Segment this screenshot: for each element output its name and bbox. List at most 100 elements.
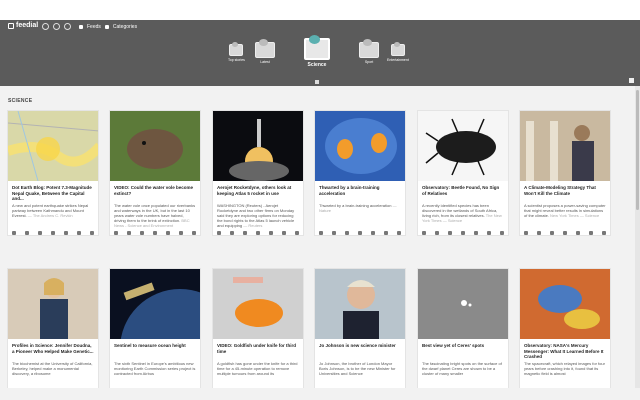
article-title[interactable]: VIDEO: Goldfish under knife for third ti… — [217, 343, 299, 359]
article-image[interactable] — [418, 269, 508, 339]
article-image[interactable] — [110, 269, 200, 339]
scrollbar[interactable] — [635, 86, 640, 390]
article-image[interactable] — [213, 111, 303, 181]
read-later-icon[interactable] — [319, 231, 323, 235]
article-title[interactable]: Best view yet of Ceres' spots — [422, 343, 504, 359]
article-title[interactable]: Observatory: NASA's Mercury Messenger: W… — [524, 343, 606, 359]
expand-icon[interactable] — [629, 78, 634, 83]
share-icon[interactable] — [140, 231, 144, 235]
article-title[interactable]: Thwarted by a brain-training acceleratio… — [319, 185, 401, 201]
article-card[interactable]: Jo Johnson is new science minister Jo Joh… — [314, 268, 406, 394]
article-card[interactable]: Observatory: Beetle Found, No Sign of Re… — [417, 110, 509, 236]
facebook-icon[interactable] — [563, 231, 567, 235]
article-title[interactable]: Sentinel to measure ocean height — [114, 343, 196, 359]
article-image[interactable] — [110, 111, 200, 181]
refresh-icon[interactable] — [53, 23, 60, 30]
read-later-icon[interactable] — [422, 231, 426, 235]
share-icon[interactable] — [243, 231, 247, 235]
drawer-handle-icon[interactable] — [315, 80, 319, 84]
google-plus-icon[interactable] — [589, 231, 593, 235]
view-icon[interactable] — [435, 231, 439, 235]
article-title[interactable]: VIDEO: Could the water vole become extin… — [114, 185, 196, 201]
article-title[interactable]: Profiles in Science: Jennifer Doudna, a … — [12, 343, 94, 359]
share-icon[interactable] — [38, 231, 42, 235]
article-image[interactable] — [8, 111, 98, 181]
article-card[interactable]: VIDEO: Goldfish under knife for third ti… — [212, 268, 304, 394]
category-sport[interactable]: Sport — [359, 38, 379, 64]
facebook-icon[interactable] — [461, 231, 465, 235]
view-icon[interactable] — [25, 231, 29, 235]
share-icon[interactable] — [550, 231, 554, 235]
article-title[interactable]: A Climate-Modeling Strategy That Won't K… — [524, 185, 606, 201]
breadcrumb-feeds[interactable]: Feeds — [87, 24, 101, 30]
twitter-icon[interactable] — [474, 231, 478, 235]
breadcrumb-categories[interactable]: Categories — [113, 24, 137, 30]
twitter-icon[interactable] — [371, 231, 375, 235]
brand[interactable]: feedial — [8, 22, 38, 29]
facebook-icon[interactable] — [51, 231, 55, 235]
article-description: Thwarted by a brain-training acceleratio… — [319, 203, 401, 228]
read-later-icon[interactable] — [524, 231, 528, 235]
category-latest[interactable]: Latest — [255, 38, 275, 64]
category-entertainment[interactable]: Entertainment — [387, 42, 409, 62]
settings-icon[interactable] — [42, 23, 49, 30]
category-icon — [229, 42, 244, 56]
facebook-icon[interactable] — [256, 231, 260, 235]
twitter-icon[interactable] — [576, 231, 580, 235]
share-icon[interactable] — [448, 231, 452, 235]
article-card[interactable]: Dot Earth Blog: Potent 7.3-Magnitude Nep… — [7, 110, 99, 236]
view-icon[interactable] — [332, 231, 336, 235]
article-card[interactable]: Sentinel to measure ocean height The sixt… — [109, 268, 201, 394]
share-icon[interactable] — [345, 231, 349, 235]
linkedin-icon[interactable] — [500, 231, 504, 235]
article-title[interactable]: Jo Johnson is new science minister — [319, 343, 401, 359]
article-title[interactable]: Aerojet Rocketdyne, others look at keepi… — [217, 185, 299, 201]
read-later-icon[interactable] — [12, 231, 16, 235]
article-image[interactable] — [520, 269, 610, 339]
article-image[interactable] — [315, 111, 405, 181]
article-image[interactable] — [418, 111, 508, 181]
article-image[interactable] — [8, 269, 98, 339]
twitter-icon[interactable] — [166, 231, 170, 235]
article-card[interactable]: Best view yet of Ceres' spots The fascina… — [417, 268, 509, 394]
top-strip — [0, 0, 640, 20]
category-science[interactable]: Science — [304, 34, 330, 68]
google-plus-icon[interactable] — [384, 231, 388, 235]
article-title[interactable]: Observatory: Beetle Found, No Sign of Re… — [422, 185, 504, 201]
article-image[interactable] — [213, 269, 303, 339]
google-plus-icon[interactable] — [179, 231, 183, 235]
twitter-icon[interactable] — [269, 231, 273, 235]
article-actions — [114, 231, 196, 235]
linkedin-icon[interactable] — [295, 231, 299, 235]
article-title[interactable]: Dot Earth Blog: Potent 7.3-Magnitude Nep… — [12, 185, 94, 201]
scrollbar-thumb[interactable] — [636, 90, 639, 210]
read-later-icon[interactable] — [217, 231, 221, 235]
article-image[interactable] — [315, 269, 405, 339]
article-image[interactable] — [520, 111, 610, 181]
view-icon[interactable] — [64, 23, 71, 30]
google-plus-icon[interactable] — [282, 231, 286, 235]
google-plus-icon[interactable] — [77, 231, 81, 235]
article-card[interactable]: VIDEO: Could the water vole become extin… — [109, 110, 201, 236]
google-plus-icon[interactable] — [487, 231, 491, 235]
article-card[interactable]: Aerojet Rocketdyne, others look at keepi… — [212, 110, 304, 236]
linkedin-icon[interactable] — [397, 231, 401, 235]
article-card[interactable]: Thwarted by a brain-training acceleratio… — [314, 110, 406, 236]
facebook-icon[interactable] — [153, 231, 157, 235]
read-later-icon[interactable] — [114, 231, 118, 235]
view-icon[interactable] — [537, 231, 541, 235]
view-icon[interactable] — [230, 231, 234, 235]
view-icon[interactable] — [127, 231, 131, 235]
article-description: A new and potent earthquake strikes Nepa… — [12, 203, 94, 228]
breadcrumb: Feeds Categories — [79, 24, 137, 30]
twitter-icon[interactable] — [64, 231, 68, 235]
linkedin-icon[interactable] — [90, 231, 94, 235]
linkedin-icon[interactable] — [602, 231, 606, 235]
category-top-stories[interactable]: Top stories — [228, 42, 245, 62]
facebook-icon[interactable] — [358, 231, 362, 235]
linkedin-icon[interactable] — [192, 231, 196, 235]
feeds-icon — [79, 25, 83, 29]
article-card[interactable]: Observatory: NASA's Mercury Messenger: W… — [519, 268, 611, 394]
article-card[interactable]: A Climate-Modeling Strategy That Won't K… — [519, 110, 611, 236]
article-card[interactable]: Profiles in Science: Jennifer Doudna, a … — [7, 268, 99, 394]
